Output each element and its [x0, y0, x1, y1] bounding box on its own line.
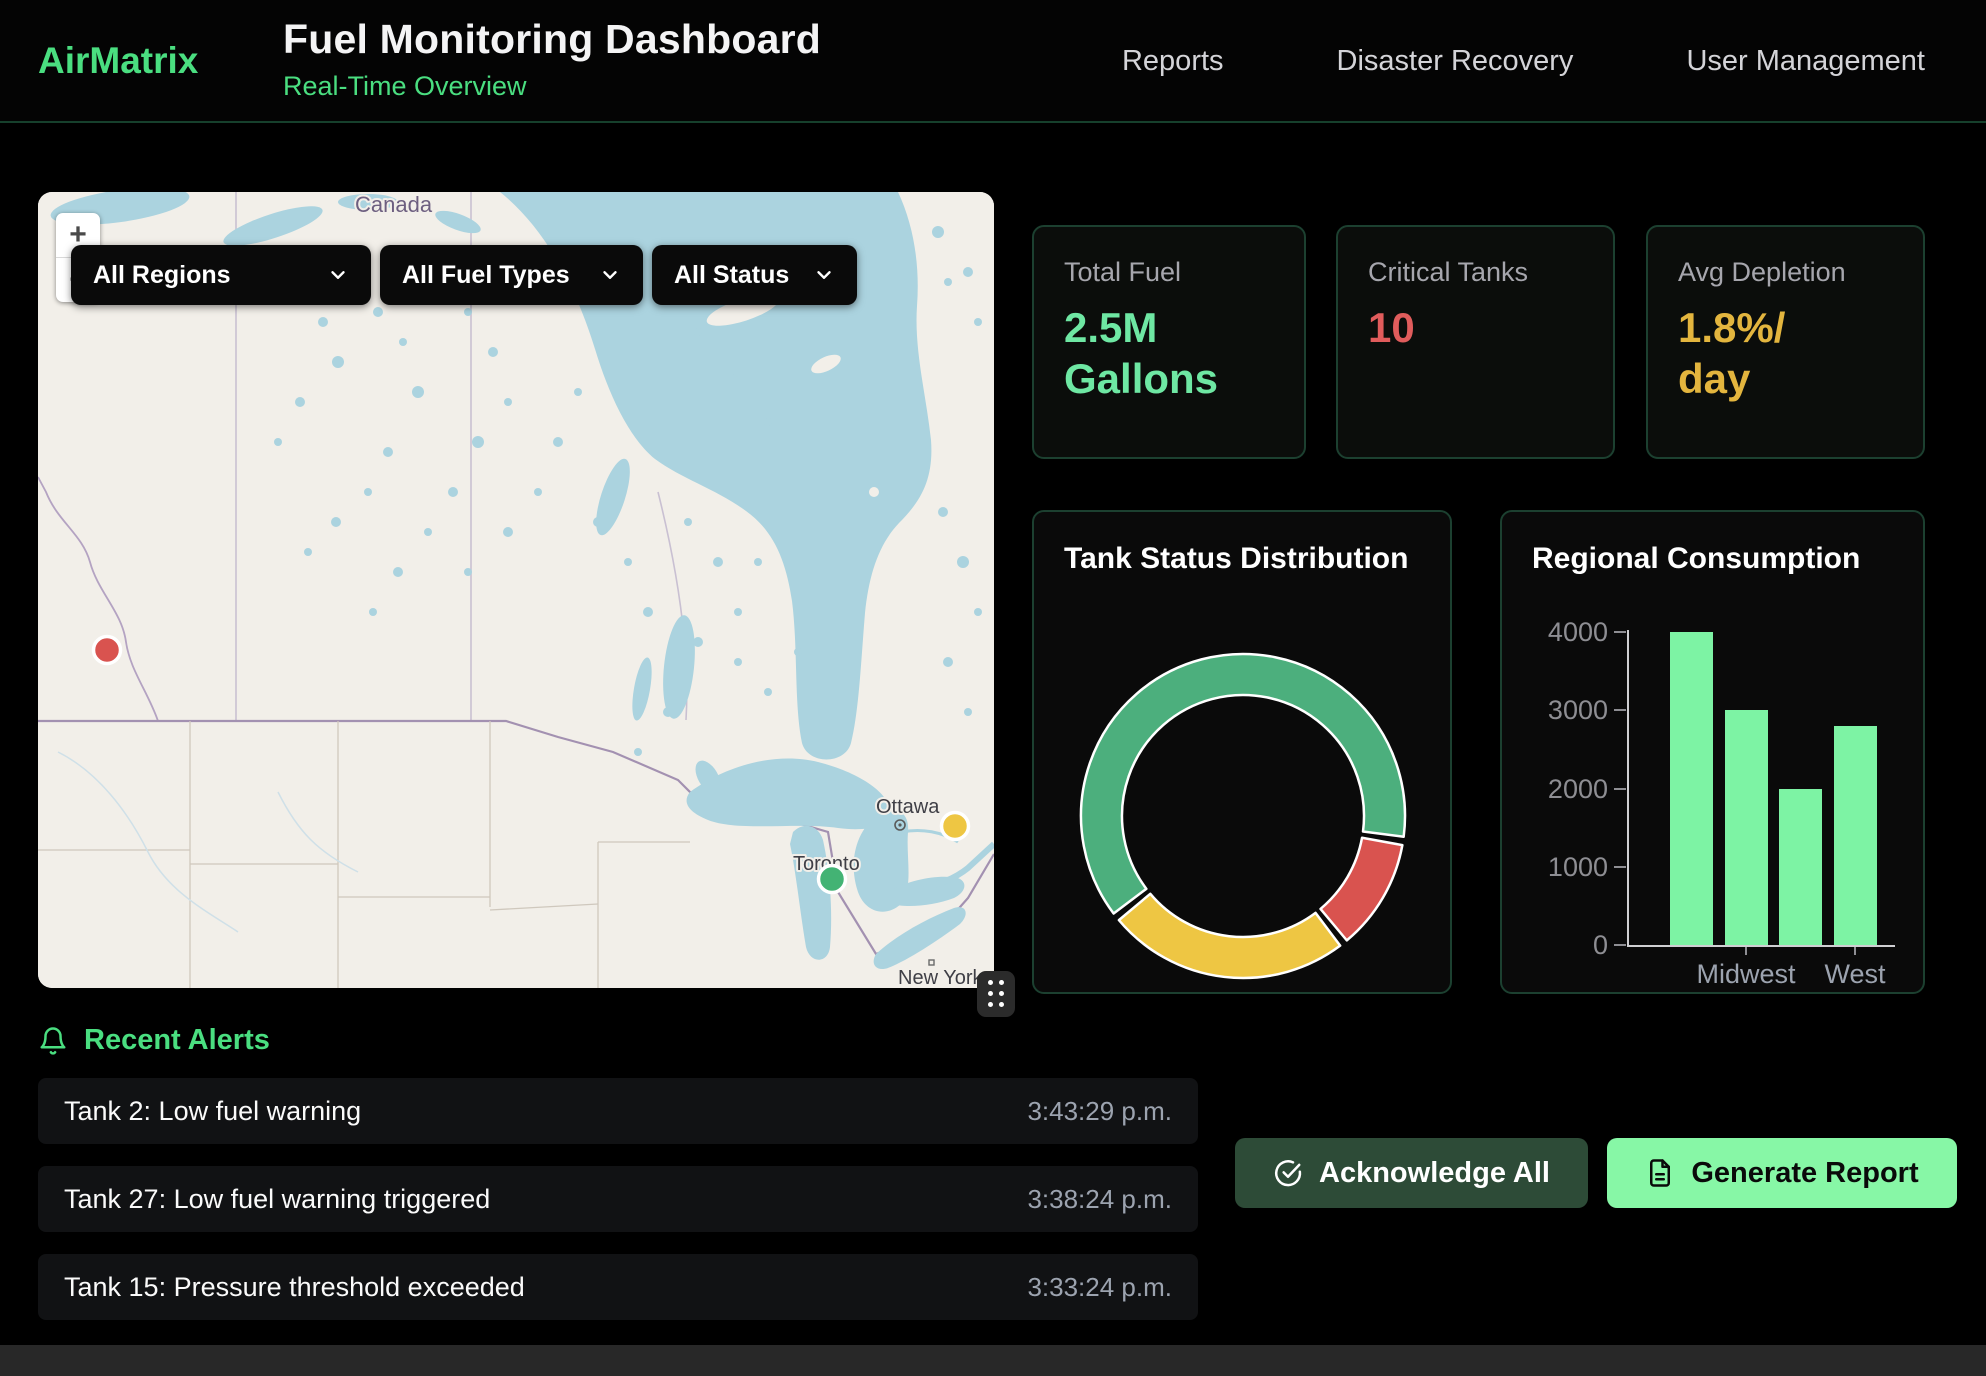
y-axis-tickmark	[1614, 788, 1626, 790]
check-circle-icon	[1273, 1158, 1303, 1188]
stat-label: Avg Depletion	[1678, 257, 1893, 288]
x-axis-tick-label: West	[1824, 959, 1885, 990]
alert-list-item[interactable]: Tank 2: Low fuel warning 3:43:29 p.m.	[38, 1078, 1198, 1144]
recent-alerts-header: Recent Alerts	[38, 1024, 270, 1057]
status-filter-value: All Status	[674, 261, 789, 290]
regional-consumption-card: Regional Consumption 01000200030004000Mi…	[1500, 510, 1925, 994]
red-segment	[1321, 838, 1403, 941]
map-drag-handle[interactable]	[977, 971, 1015, 1017]
acknowledge-all-label: Acknowledge All	[1319, 1157, 1550, 1190]
nav-reports[interactable]: Reports	[1122, 45, 1224, 78]
fuel-type-filter-dropdown[interactable]: All Fuel Types	[380, 245, 643, 305]
consumption-bar	[1834, 726, 1877, 945]
recent-alerts-title: Recent Alerts	[84, 1024, 270, 1057]
nav-user-management[interactable]: User Management	[1686, 45, 1925, 78]
stat-value: 2.5MGallons	[1064, 302, 1274, 404]
fuel-monitoring-dashboard: AirMatrix Fuel Monitoring Dashboard Real…	[0, 0, 1986, 1376]
tank-marker-warning[interactable]	[942, 813, 969, 840]
status-filter-dropdown[interactable]: All Status	[652, 245, 857, 305]
report-document-icon	[1645, 1158, 1675, 1188]
map-label-canada: Canada	[355, 192, 433, 217]
main-nav: Reports Disaster Recovery User Managemen…	[1122, 0, 1925, 123]
chevron-down-icon	[813, 264, 835, 286]
consumption-bar	[1670, 632, 1713, 945]
generate-report-button[interactable]: Generate Report	[1607, 1138, 1957, 1208]
chevron-down-icon	[327, 264, 349, 286]
alert-text: Tank 2: Low fuel warning	[64, 1096, 361, 1127]
tank-status-donut-chart	[1034, 512, 1454, 996]
regional-consumption-bar-chart: 0 1000 2000 3000 4000 Midwest West	[1502, 512, 1923, 992]
tank-status-card: Tank Status Distribution	[1032, 510, 1452, 994]
alert-timestamp: 3:33:24 p.m.	[1027, 1272, 1172, 1303]
generate-report-label: Generate Report	[1691, 1157, 1918, 1190]
map-label-ottawa: Ottawa	[876, 796, 940, 818]
stat-card-avg-depletion: Avg Depletion 1.8%/day	[1646, 225, 1925, 459]
nav-disaster-recovery[interactable]: Disaster Recovery	[1337, 45, 1574, 78]
x-axis-tickmark	[1854, 947, 1856, 955]
fuel-type-filter-value: All Fuel Types	[402, 261, 570, 290]
y-axis-tick-label: 1000	[1530, 852, 1608, 883]
y-axis-line	[1627, 630, 1629, 945]
y-axis-tick-label: 4000	[1530, 617, 1608, 648]
stat-value: 1.8%/day	[1678, 302, 1893, 404]
y-axis-tick-label: 0	[1530, 930, 1608, 961]
page-title: Fuel Monitoring Dashboard	[283, 16, 821, 63]
title-block: Fuel Monitoring Dashboard Real-Time Over…	[283, 16, 821, 102]
consumption-bar	[1779, 789, 1822, 946]
acknowledge-all-button[interactable]: Acknowledge All	[1235, 1138, 1588, 1208]
stat-value: 10	[1368, 302, 1583, 353]
x-axis-tickmark	[1745, 947, 1747, 955]
stat-label: Total Fuel	[1064, 257, 1274, 288]
y-axis-tickmark	[1614, 944, 1626, 946]
map-canvas: Canada Ottawa Toronto New York	[38, 192, 994, 988]
brand-logo: AirMatrix	[38, 40, 198, 82]
alert-text: Tank 27: Low fuel warning triggered	[64, 1184, 490, 1215]
bottom-scrollbar-strip	[0, 1345, 1986, 1376]
page-subtitle: Real-Time Overview	[283, 71, 821, 102]
yellow-segment	[1119, 894, 1340, 978]
stat-card-total-fuel: Total Fuel 2.5MGallons	[1032, 225, 1306, 459]
y-axis-tick-label: 3000	[1530, 695, 1608, 726]
tank-marker-critical[interactable]	[94, 637, 121, 664]
chevron-down-icon	[599, 264, 621, 286]
y-axis-tickmark	[1614, 631, 1626, 633]
x-axis-tick-label: Midwest	[1696, 959, 1795, 990]
map-label-new-york: New York	[898, 967, 983, 988]
alert-timestamp: 3:43:29 p.m.	[1027, 1096, 1172, 1127]
stat-card-critical-tanks: Critical Tanks 10	[1336, 225, 1615, 459]
map-geography: Canada Ottawa Toronto New York	[38, 192, 994, 988]
y-axis-tickmark	[1614, 709, 1626, 711]
app-header: AirMatrix Fuel Monitoring Dashboard Real…	[0, 0, 1986, 123]
bell-icon	[38, 1025, 68, 1057]
stat-label: Critical Tanks	[1368, 257, 1583, 288]
tank-marker-normal[interactable]	[819, 866, 846, 893]
consumption-bar	[1725, 710, 1768, 945]
region-filter-value: All Regions	[93, 261, 231, 290]
map-filter-bar: All Regions All Fuel Types All Status	[71, 245, 857, 305]
y-axis-tickmark	[1614, 866, 1626, 868]
y-axis-tick-label: 2000	[1530, 774, 1608, 805]
tank-map[interactable]: Canada Ottawa Toronto New York + − All R…	[38, 192, 994, 988]
alert-timestamp: 3:38:24 p.m.	[1027, 1184, 1172, 1215]
region-filter-dropdown[interactable]: All Regions	[71, 245, 371, 305]
alert-list-item[interactable]: Tank 27: Low fuel warning triggered 3:38…	[38, 1166, 1198, 1232]
alert-text: Tank 15: Pressure threshold exceeded	[64, 1272, 525, 1303]
alert-list-item[interactable]: Tank 15: Pressure threshold exceeded 3:3…	[38, 1254, 1198, 1320]
